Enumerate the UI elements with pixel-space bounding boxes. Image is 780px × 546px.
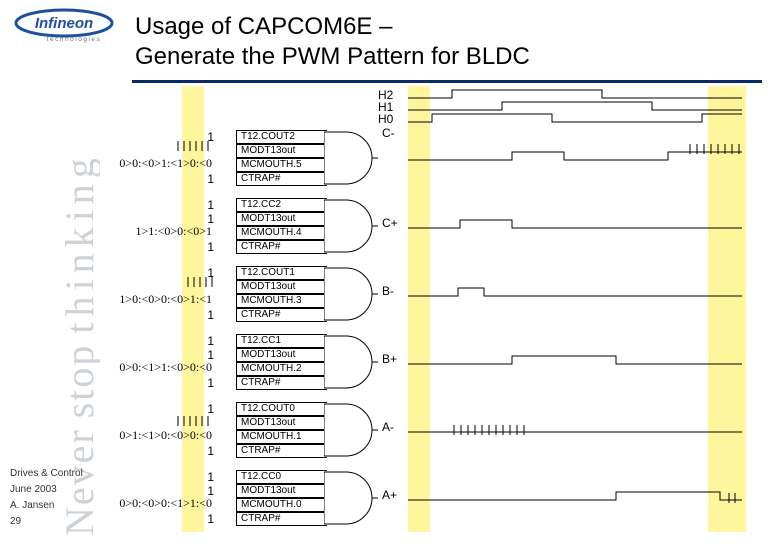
enable-bit: 1 [202,484,214,498]
meta-group: Drives & Control [10,466,83,482]
phase-label: C+ [382,216,398,230]
meta-page: 29 [10,514,83,530]
sequence-text: 0>1:<1>0:<0>0:<0 [100,428,212,443]
phase-label: B+ [382,352,397,366]
enable-bit: 1 [202,376,214,390]
phase-label: A+ [382,488,397,502]
signal-label: CTRAP# [236,308,327,322]
enable-bit: 1 [202,334,214,348]
signal-label: MCMOUTH.0 [236,498,327,512]
timing-diagram: H2 H1 H0 [132,86,752,532]
enable-bit: 1 [202,172,214,186]
enable-bit: 1 [202,130,214,144]
signal-label: MODT13out [236,416,327,430]
signal-label: CTRAP# [236,240,327,254]
enable-bit: 1 [202,470,214,484]
signal-label: MODT13out [236,212,327,226]
brand-logo: Infineon technologies [14,8,114,56]
enable-bit: 1 [202,308,214,322]
meta-date: June 2003 [10,482,83,498]
sequence-text: 0>0:<0>1:<1>0:<0 [100,156,212,171]
enable-bit: 1 [202,212,214,226]
signal-label: T12.CC0 [236,470,327,484]
and-gate-icon [324,470,378,526]
enable-bit: 1 [202,240,214,254]
slide-meta: Drives & Control June 2003 A. Jansen 29 [10,466,83,530]
signal-label: MCMOUTH.5 [236,158,327,172]
sequence-text: 1>0:<0>0:<0>1:<1 [100,292,212,307]
sequence-text: 0>0:<1>1:<0>0:<0 [100,360,212,375]
signal-label: T12.COUT1 [236,266,327,280]
signal-label: T12.CC1 [236,334,327,348]
signal-label: CTRAP# [236,376,327,390]
signal-label: MCMOUTH.3 [236,294,327,308]
signal-label: T12.COUT2 [236,130,327,144]
title-underline [132,80,762,83]
and-gate-icon [324,198,378,254]
signal-label: T12.COUT0 [236,402,327,416]
svg-text:technologies: technologies [47,36,102,43]
waveforms [132,86,752,532]
signal-label: CTRAP# [236,444,327,458]
signal-label: MCMOUTH.4 [236,226,327,240]
enable-bit: 1 [202,444,214,458]
svg-text:Infineon: Infineon [35,15,93,32]
title-line-2: Generate the PWM Pattern for BLDC [135,42,530,72]
signal-label: MODT13out [236,348,327,362]
enable-bit: 1 [202,402,214,416]
enable-bit: 1 [202,198,214,212]
phase-label: A- [382,420,394,434]
word-thinking: thinking [57,152,100,333]
and-gate-icon [324,402,378,458]
signal-label: MCMOUTH.1 [236,430,327,444]
meta-author: A. Jansen [10,498,83,514]
sequence-text: 1>1:<0>0:<0>1 [100,224,212,239]
signal-label: MODT13out [236,484,327,498]
signal-label: MCMOUTH.2 [236,362,327,376]
pwm-burst [452,422,532,434]
pwm-burst [727,490,737,502]
and-gate-icon [324,266,378,322]
and-gate-icon [324,130,378,186]
signal-label: MODT13out [236,280,327,294]
and-gate-icon [324,334,378,390]
slide-title: Usage of CAPCOM6E – Generate the PWM Pat… [135,12,530,72]
signal-label: T12.CC2 [236,198,327,212]
title-line-1: Usage of CAPCOM6E – [135,12,530,42]
phase-label: C- [382,126,395,140]
enable-bit: 1 [202,512,214,526]
enable-bit: 1 [202,348,214,362]
word-stop: stop [57,344,100,419]
sequence-text: 0>0:<0>0:<1>1:<0 [100,496,212,511]
signal-label: MODT13out [236,144,327,158]
enable-bit: 1 [202,266,214,280]
signal-label: CTRAP# [236,512,327,526]
pwm-burst [688,141,742,153]
phase-label: B- [382,284,394,298]
signal-label: CTRAP# [236,172,327,186]
